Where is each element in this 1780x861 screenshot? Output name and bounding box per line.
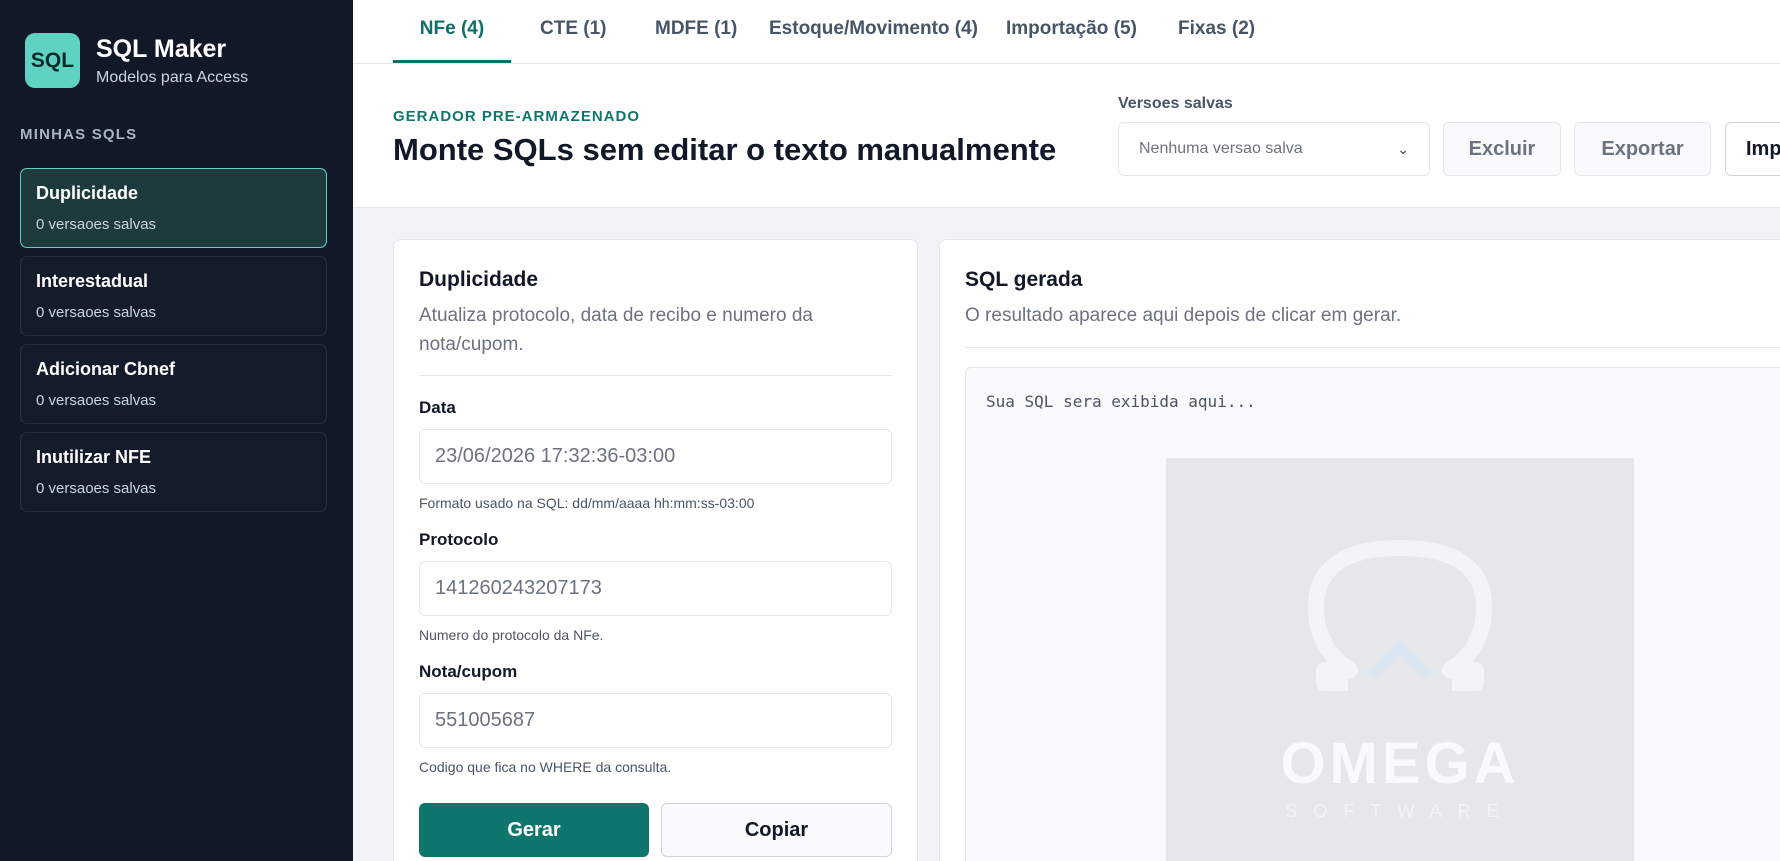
nota-cupom-field-help: Codigo que fica no WHERE da consulta. [419, 759, 672, 775]
protocolo-field-help: Numero do protocolo da NFe. [419, 627, 604, 643]
sidebar-section-label: MINHAS SQLS [20, 126, 138, 143]
copy-button[interactable]: Copiar [661, 803, 892, 857]
protocolo-field[interactable]: 141260243207173 [419, 561, 892, 616]
sidebar-item-subtitle: 0 versaoes salvas [36, 480, 157, 497]
tab-fixas[interactable]: Fixas (2) [1178, 0, 1255, 63]
watermark-subtitle: SOFTWARE [1285, 801, 1515, 821]
tab-estoque-movimento[interactable]: Estoque/Movimento (4) [769, 0, 978, 63]
protocolo-field-label: Protocolo [419, 530, 499, 549]
app-title: SQL Maker [96, 34, 227, 63]
sidebar-item-title: Duplicidade [36, 183, 139, 203]
sql-output-title: SQL gerada [965, 268, 1083, 291]
category-tabs: NFe (4) CTE (1) MDFE (1) Estoque/Movimen… [353, 0, 1780, 64]
sidebar-item-title: Inutilizar NFE [36, 447, 152, 467]
sidebar-item-title: Adicionar Cbnef [36, 359, 176, 379]
form-title: Duplicidade [419, 268, 539, 291]
tab-importacao[interactable]: Importação (5) [1006, 0, 1137, 63]
form-divider [419, 375, 892, 376]
versions-selected-value: Nenhuma versao salva [1139, 140, 1303, 157]
brand: SQL SQL Maker Modelos para Access [25, 33, 248, 88]
chevron-down-icon: ⌄ [1397, 140, 1409, 157]
sidebar-item-subtitle: 0 versaoes salvas [36, 392, 157, 409]
sidebar-item-title: Interestadual [36, 271, 149, 291]
tab-mdfe[interactable]: MDFE (1) [655, 0, 737, 63]
versions-select[interactable]: Nenhuma versao salva ⌄ [1118, 122, 1430, 176]
sql-output-divider [965, 347, 1780, 348]
omega-logo-icon [1308, 540, 1492, 691]
tab-nfe[interactable]: NFe (4) [393, 0, 511, 63]
brand-text: SQL Maker Modelos para Access [96, 35, 248, 87]
watermark-wordmark: OMEGA [1280, 731, 1520, 796]
import-button[interactable]: Imp [1725, 122, 1780, 176]
tab-cte[interactable]: CTE (1) [540, 0, 607, 63]
form-description: Atualiza protocolo, data de recibo e num… [419, 305, 813, 355]
page-header: GERADOR PRE-ARMAZENADO Monte SQLs sem ed… [353, 64, 1780, 208]
sql-form-card: Duplicidade Atualiza protocolo, data de … [393, 239, 918, 861]
sidebar-item-interestadual[interactable]: Interestadual 0 versaoes salvas [20, 256, 327, 336]
sidebar-item-duplicidade[interactable]: Duplicidade 0 versaoes salvas [20, 168, 327, 248]
sql-output-card: SQL gerada O resultado aparece aqui depo… [939, 239, 1780, 861]
sidebar-item-inutilizar-nfe[interactable]: Inutilizar NFE 0 versaoes salvas [20, 432, 327, 512]
data-field-value: 23/06/2026 17:32:36-03:00 [435, 445, 676, 467]
sidebar: SQL SQL Maker Modelos para Access MINHAS… [0, 0, 353, 861]
data-field-label: Data [419, 398, 456, 417]
nota-cupom-field[interactable]: 551005687 [419, 693, 892, 748]
sql-output-placeholder: Sua SQL sera exibida aqui... [986, 392, 1256, 411]
delete-version-button[interactable]: Excluir [1443, 122, 1561, 176]
sql-output-description: O resultado aparece aqui depois de clica… [965, 305, 1402, 326]
data-field[interactable]: 23/06/2026 17:32:36-03:00 [419, 429, 892, 484]
app-subtitle: Modelos para Access [96, 68, 249, 86]
sql-list: Duplicidade 0 versaoes salvas Interestad… [20, 168, 327, 520]
generate-button[interactable]: Gerar [419, 803, 649, 857]
sidebar-item-subtitle: 0 versaoes salvas [36, 216, 157, 233]
omega-watermark: OMEGA SOFTWARE [1166, 458, 1634, 861]
sidebar-item-subtitle: 0 versaoes salvas [36, 304, 157, 321]
export-button[interactable]: Exportar [1574, 122, 1711, 176]
sidebar-item-adicionar-cbnef[interactable]: Adicionar Cbnef 0 versaoes salvas [20, 344, 327, 424]
nota-cupom-field-value: 551005687 [435, 709, 536, 731]
versions-label: Versoes salvas [1118, 95, 1233, 112]
data-field-help: Formato usado na SQL: dd/mm/aaaa hh:mm:s… [419, 495, 755, 511]
page-eyebrow: GERADOR PRE-ARMAZENADO [393, 108, 640, 125]
nota-cupom-field-label: Nota/cupom [419, 662, 518, 681]
protocolo-field-value: 141260243207173 [435, 577, 602, 599]
page-title: Monte SQLs sem editar o texto manualment… [393, 132, 1057, 167]
sql-output-area[interactable]: Sua SQL sera exibida aqui... OMEGA SOFTW… [965, 367, 1780, 861]
app-logo: SQL [25, 33, 80, 88]
